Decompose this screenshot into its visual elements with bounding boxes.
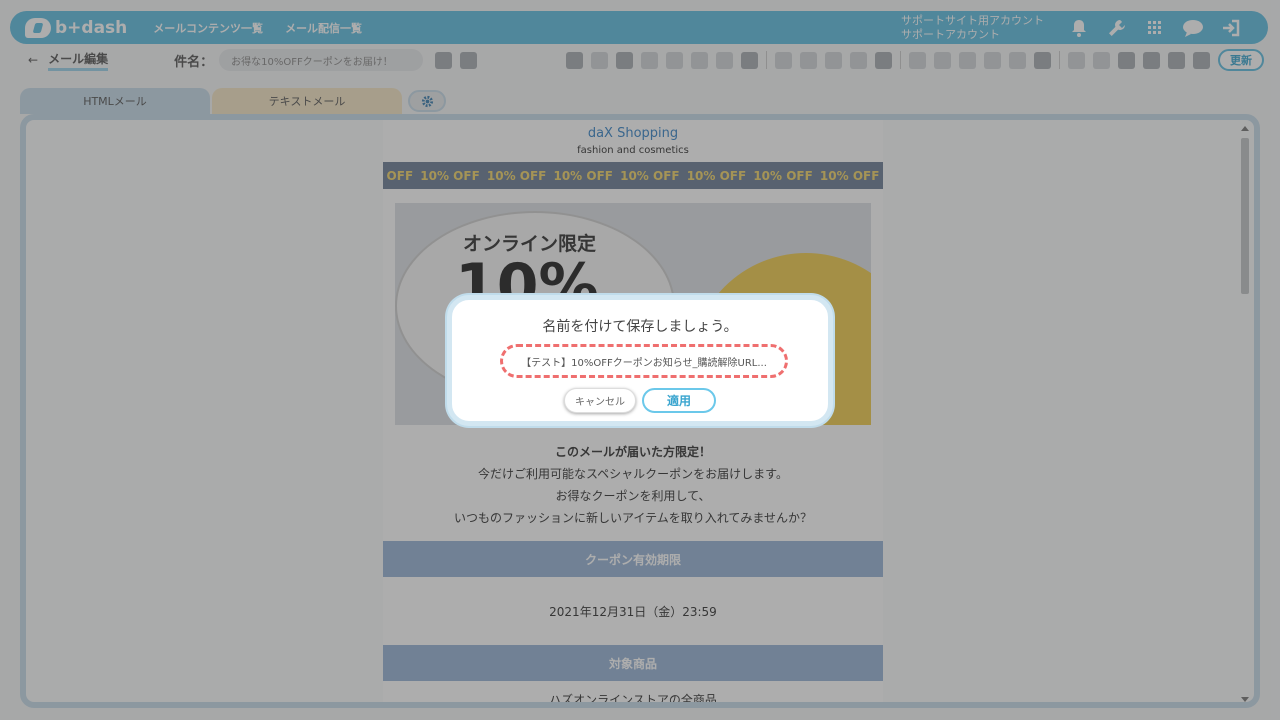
dialog-title: 名前を付けて保存しましょう。 bbox=[542, 319, 738, 335]
save-name-input[interactable] bbox=[500, 344, 788, 378]
apply-button[interactable]: 適用 bbox=[642, 388, 716, 413]
cancel-button[interactable]: キャンセル bbox=[564, 388, 636, 413]
save-name-dialog: 名前を付けて保存しましょう。 キャンセル 適用 bbox=[447, 295, 833, 426]
dialog-buttons: キャンセル 適用 bbox=[452, 388, 828, 413]
